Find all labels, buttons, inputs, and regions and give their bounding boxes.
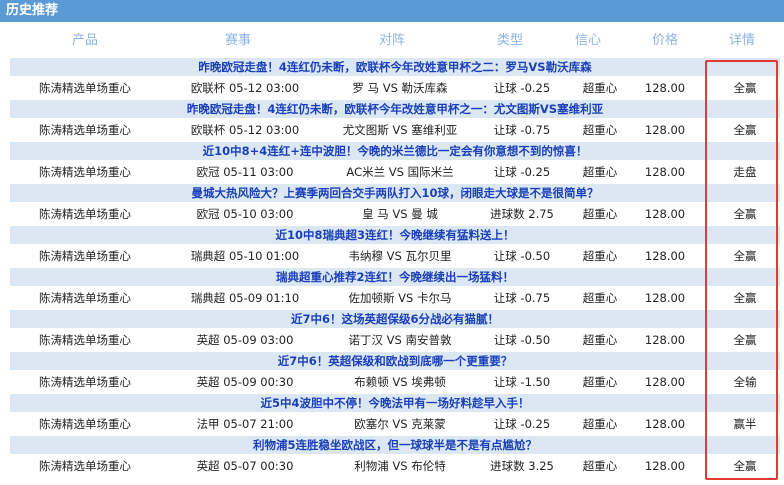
confidence-cell: 超重心 <box>582 165 618 179</box>
detail-highlight-box <box>705 60 778 480</box>
record-headline-link[interactable]: 近7中6！英超保级和欧战到底哪一个更重要？ <box>10 352 780 370</box>
event-cell: 欧冠 05-11 03:00 <box>196 165 294 179</box>
match-cell: 诺丁汉 VS 南安普敦 <box>348 333 452 347</box>
event-cell: 欧联杯 05-12 03:00 <box>190 81 300 95</box>
event-cell: 法甲 05-07 21:00 <box>196 417 294 431</box>
record-row: 瑞典超重心推荐2连红！今晚继续出一场猛料！ 陈涛精选单场重心 瑞典超 05-09 0… <box>10 268 780 310</box>
match-cell: 利物浦 VS 布伦特 <box>354 459 446 473</box>
product-cell: 陈涛精选单场重心 <box>39 207 131 221</box>
match-cell: AC米兰 VS 国际米兰 <box>346 165 454 179</box>
match-cell: 尤文图斯 VS 塞维利亚 <box>342 123 458 137</box>
column-header-event: 赛事 <box>224 33 251 48</box>
column-header-match: 对阵 <box>378 33 405 48</box>
product-cell: 陈涛精选单场重心 <box>39 417 131 431</box>
price-cell: 128.00 <box>644 81 686 95</box>
match-cell: 布赖顿 VS 埃弗顿 <box>354 375 446 389</box>
event-cell: 欧联杯 05-12 03:00 <box>190 123 300 137</box>
record-headline-link[interactable]: 昨晚欧冠走盘！4连红仍未断，欧联杯今年改姓意甲杯之二：罗马VS勒沃库森 <box>10 58 780 76</box>
price-cell: 128.00 <box>644 333 686 347</box>
price-cell: 128.00 <box>644 207 686 221</box>
record-row: 近5中4波胆中不停！今晚法甲有一场好料趁早入手！ 陈涛精选单场重心 法甲 05-07… <box>10 394 780 436</box>
match-cell: 欧塞尔 VS 克莱蒙 <box>354 417 446 431</box>
bet-type-cell: 让球 -0.75 <box>493 123 551 137</box>
column-header-confidence: 信心 <box>574 33 601 48</box>
column-header-price: 价格 <box>651 33 678 48</box>
price-cell: 128.00 <box>644 291 686 305</box>
record-row: 利物浦5连胜稳坐欧战区，但一球球半是不是有点尴尬？ 陈涛精选单场重心 英超 05-0… <box>10 436 780 478</box>
record-headline-link[interactable]: 利物浦5连胜稳坐欧战区，但一球球半是不是有点尴尬？ <box>10 436 780 454</box>
confidence-cell: 超重心 <box>582 417 618 431</box>
event-cell: 欧冠 05-10 03:00 <box>196 207 294 221</box>
bet-type-cell: 让球 -0.25 <box>493 417 551 431</box>
event-cell: 瑞典超 05-09 01:10 <box>190 291 300 305</box>
event-cell: 英超 05-07 00:30 <box>196 459 294 473</box>
event-cell: 英超 05-09 00:30 <box>196 375 294 389</box>
match-cell: 罗 马 VS 勒沃库森 <box>352 81 448 95</box>
price-cell: 128.00 <box>644 375 686 389</box>
record-headline-link[interactable]: 昨晚欧冠走盘！4连红仍未断，欧联杯今年改姓意甲杯之一：尤文图斯VS塞维利亚 <box>10 100 780 118</box>
record-headline-link[interactable]: 近10中8瑞典超3连红！今晚继续有猛料送上！ <box>10 226 780 244</box>
bet-type-cell: 让球 -0.75 <box>493 291 551 305</box>
bet-type-cell: 让球 -0.50 <box>493 333 551 347</box>
confidence-cell: 超重心 <box>582 123 618 137</box>
record-row: 近7中6！英超保级和欧战到底哪一个更重要？ 陈涛精选单场重心 英超 05-09 00… <box>10 352 780 394</box>
column-header-product: 产品 <box>71 33 98 48</box>
price-cell: 128.00 <box>644 459 686 473</box>
record-headline-link[interactable]: 曼城大热风险大？上赛季两回合交手两队打入10球，闭眼走大球是不是很简单？ <box>10 184 780 202</box>
column-header-type: 类型 <box>496 33 523 48</box>
bet-type-cell: 进球数 3.25 <box>490 459 554 473</box>
product-cell: 陈涛精选单场重心 <box>39 333 131 347</box>
match-cell: 韦纳穆 VS 瓦尔贝里 <box>348 249 452 263</box>
confidence-cell: 超重心 <box>582 81 618 95</box>
record-headline-link[interactable]: 近7中6！这场英超保级6分战必有猫腻！ <box>10 310 780 328</box>
product-cell: 陈涛精选单场重心 <box>39 291 131 305</box>
bet-type-cell: 让球 -0.25 <box>493 81 551 95</box>
product-cell: 陈涛精选单场重心 <box>39 375 131 389</box>
event-cell: 瑞典超 05-10 01:00 <box>190 249 300 263</box>
record-headline-link[interactable]: 近10中8+4连红+连中波胆！今晚的米兰德比一定会有你意想不到的惊喜！ <box>10 142 780 160</box>
confidence-cell: 超重心 <box>582 459 618 473</box>
price-cell: 128.00 <box>644 417 686 431</box>
record-row: 近7中6！这场英超保级6分战必有猫腻！ 陈涛精选单场重心 英超 05-09 03:0… <box>10 310 780 352</box>
product-cell: 陈涛精选单场重心 <box>39 459 131 473</box>
bet-type-cell: 让球 -0.25 <box>493 165 551 179</box>
record-row: 昨晚欧冠走盘！4连红仍未断，欧联杯今年改姓意甲杯之一：尤文图斯VS塞维利亚陈涛精… <box>10 100 780 142</box>
match-cell: 佐加顿斯 VS 卡尔马 <box>348 291 452 305</box>
price-cell: 128.00 <box>644 123 686 137</box>
record-row: 近10中8瑞典超3连红！今晚继续有猛料送上！ 陈涛精选单场重心 瑞典超 05-10 … <box>10 226 780 268</box>
section-header: 历史推荐 <box>0 0 784 22</box>
record-row: 曼城大热风险大？上赛季两回合交手两队打入10球，闭眼走大球是不是很简单？ 陈涛精选… <box>10 184 780 226</box>
match-cell: 皇 马 VS 曼 城 <box>362 207 438 221</box>
confidence-cell: 超重心 <box>582 291 618 305</box>
bet-type-cell: 进球数 2.75 <box>490 207 554 221</box>
column-headers: 产品 赛事 对阵 类型 信心 价格 详情 <box>0 30 784 52</box>
product-cell: 陈涛精选单场重心 <box>39 249 131 263</box>
price-cell: 128.00 <box>644 249 686 263</box>
product-cell: 陈涛精选单场重心 <box>39 123 131 137</box>
bet-type-cell: 让球 -0.50 <box>493 249 551 263</box>
product-cell: 陈涛精选单场重心 <box>39 81 131 95</box>
confidence-cell: 超重心 <box>582 375 618 389</box>
confidence-cell: 超重心 <box>582 249 618 263</box>
event-cell: 英超 05-09 03:00 <box>196 333 294 347</box>
section-title: 历史推荐 <box>6 3 59 18</box>
price-cell: 128.00 <box>644 165 686 179</box>
confidence-cell: 超重心 <box>582 207 618 221</box>
column-header-detail: 详情 <box>728 33 755 48</box>
confidence-cell: 超重心 <box>582 333 618 347</box>
record-headline-link[interactable]: 近5中4波胆中不停！今晚法甲有一场好料趁早入手！ <box>10 394 780 412</box>
record-row: 近10中8+4连红+连中波胆！今晚的米兰德比一定会有你意想不到的惊喜！ 陈涛精选单… <box>10 142 780 184</box>
product-cell: 陈涛精选单场重心 <box>39 165 131 179</box>
bet-type-cell: 让球 -1.50 <box>493 375 551 389</box>
record-headline-link[interactable]: 瑞典超重心推荐2连红！今晚继续出一场猛料！ <box>10 268 780 286</box>
record-row: 昨晚欧冠走盘！4连红仍未断，欧联杯今年改姓意甲杯之二：罗马VS勒沃库森陈涛精选单… <box>10 58 780 100</box>
